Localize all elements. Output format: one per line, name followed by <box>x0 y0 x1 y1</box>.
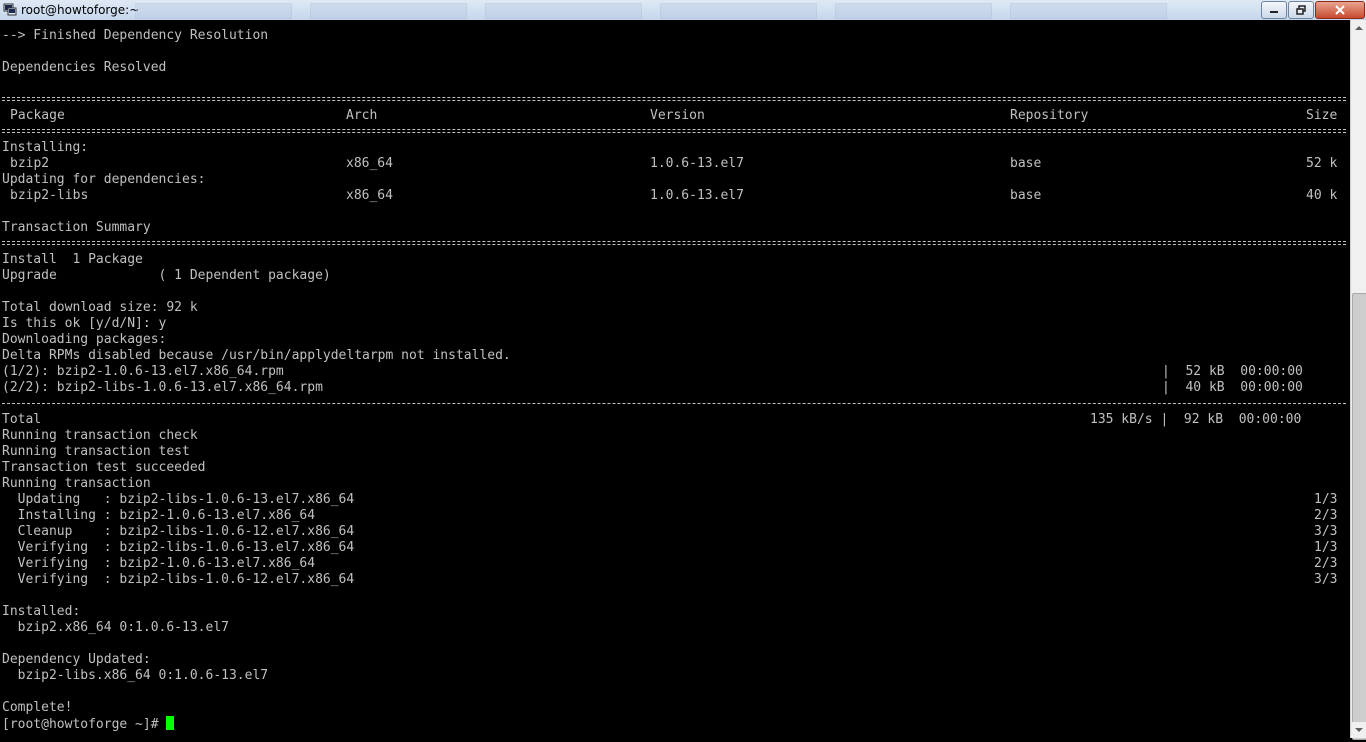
row-size: 40 k <box>1306 188 1338 203</box>
terminal-line: Upgrade ( 1 Dependent package) <box>2 268 331 283</box>
window-titlebar[interactable]: root@howtoforge:~ <box>0 0 1366 21</box>
row-package: bzip2 <box>10 156 50 171</box>
terminal-line: Delta RPMs disabled because /usr/bin/app… <box>2 348 511 363</box>
terminal-line: Complete! <box>2 700 73 715</box>
transaction-step: Installing : bzip2-1.0.6-13.el7.x86_64 <box>2 508 316 523</box>
download-stats: | 40 kB 00:00:00 <box>1162 380 1303 395</box>
terminal-line: bzip2-libs.x86_64 0:1.0.6-13.el7 <box>2 668 269 683</box>
transaction-progress: 2/3 <box>1314 508 1338 523</box>
separator-double <box>2 129 1346 133</box>
vertical-scrollbar[interactable] <box>1350 20 1366 740</box>
download-line: (2/2): bzip2-libs-1.0.6-13.el7.x86_64.rp… <box>2 380 323 395</box>
row-package: bzip2-libs <box>10 188 89 203</box>
scroll-down-button[interactable] <box>1351 722 1366 738</box>
scrollbar-thumb[interactable] <box>1352 293 1366 740</box>
terminal-line: Running transaction check <box>2 428 198 443</box>
transaction-step: Verifying : bzip2-1.0.6-13.el7.x86_64 <box>2 556 316 571</box>
download-stats: 135 kB/s | 92 kB 00:00:00 <box>1090 412 1302 427</box>
download-stats: | 52 kB 00:00:00 <box>1162 364 1303 379</box>
terminal-line: Install 1 Package <box>2 252 143 267</box>
transaction-progress: 1/3 <box>1314 540 1338 555</box>
row-repository: base <box>1010 156 1042 171</box>
row-version: 1.0.6-13.el7 <box>650 156 744 171</box>
row-size: 52 k <box>1306 156 1338 171</box>
background-taskbar-tabs <box>135 2 1255 19</box>
close-button[interactable] <box>1315 1 1365 19</box>
terminal-line: Downloading packages: <box>2 332 167 347</box>
download-line: (1/2): bzip2-1.0.6-13.el7.x86_64.rpm <box>2 364 284 379</box>
row-version: 1.0.6-13.el7 <box>650 188 744 203</box>
transaction-step: Updating : bzip2-libs-1.0.6-13.el7.x86_6… <box>2 492 355 507</box>
header-package: Package <box>10 108 65 123</box>
window-title: root@howtoforge:~ <box>21 3 140 17</box>
header-repository: Repository <box>1010 108 1089 123</box>
putty-terminal-icon <box>3 3 17 16</box>
terminal-line: Dependency Updated: <box>2 652 151 667</box>
transaction-step: Verifying : bzip2-libs-1.0.6-12.el7.x86_… <box>2 572 355 587</box>
minimize-icon <box>1270 11 1278 13</box>
scroll-up-button[interactable] <box>1351 20 1366 36</box>
row-repository: base <box>1010 188 1042 203</box>
transaction-progress: 1/3 <box>1314 492 1338 507</box>
minimize-button[interactable] <box>1261 1 1287 19</box>
header-size: Size <box>1306 108 1338 123</box>
terminal-line: Transaction Summary <box>2 220 151 235</box>
terminal-line: Dependencies Resolved <box>2 60 167 75</box>
terminal-output[interactable]: --> Finished Dependency Resolution Depen… <box>0 20 1350 738</box>
terminal-line: Running transaction <box>2 476 151 491</box>
separator-single <box>2 403 1346 404</box>
transaction-step: Cleanup : bzip2-libs-1.0.6-12.el7.x86_64 <box>2 524 355 539</box>
transaction-step: Verifying : bzip2-libs-1.0.6-13.el7.x86_… <box>2 540 355 555</box>
chevron-down-icon <box>1355 728 1363 732</box>
restore-icon <box>1296 5 1306 15</box>
shell-prompt: [root@howtoforge ~]# <box>2 717 167 732</box>
terminal-line: Running transaction test <box>2 444 190 459</box>
header-version: Version <box>650 108 705 123</box>
row-arch: x86_64 <box>346 188 393 203</box>
terminal-line: Updating for dependencies: <box>2 172 206 187</box>
header-arch: Arch <box>346 108 378 123</box>
separator-double <box>2 97 1346 101</box>
chevron-up-icon <box>1355 26 1363 30</box>
transaction-progress: 3/3 <box>1314 524 1338 539</box>
maximize-button[interactable] <box>1288 1 1314 19</box>
terminal-line: Transaction test succeeded <box>2 460 206 475</box>
terminal-line: Total download size: 92 k <box>2 300 198 315</box>
terminal-line: Installed: <box>2 604 81 619</box>
close-icon <box>1335 5 1345 15</box>
shell-prompt-line[interactable]: [root@howtoforge ~]# <box>2 716 175 732</box>
text-cursor <box>166 716 175 730</box>
row-arch: x86_64 <box>346 156 393 171</box>
terminal-line: bzip2.x86_64 0:1.0.6-13.el7 <box>2 620 229 635</box>
transaction-progress: 3/3 <box>1314 572 1338 587</box>
terminal-line: Is this ok [y/d/N]: y <box>2 316 167 331</box>
terminal-line: Installing: <box>2 140 89 155</box>
transaction-progress: 2/3 <box>1314 556 1338 571</box>
terminal-line: Total <box>2 412 42 427</box>
terminal-line: --> Finished Dependency Resolution <box>2 28 269 43</box>
separator-double <box>2 241 1346 245</box>
